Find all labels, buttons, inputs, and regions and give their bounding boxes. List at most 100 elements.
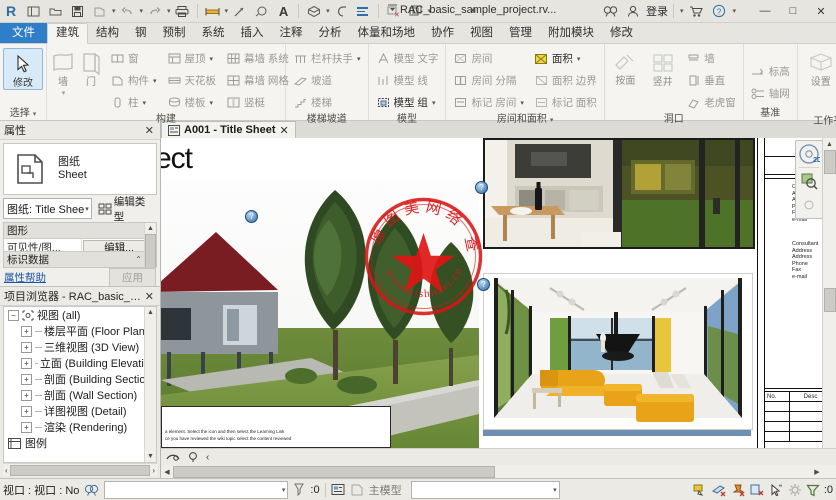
view-bubble-1[interactable]: ? [245,210,258,223]
redo-dropdown-icon[interactable]: ▾ [167,7,171,15]
canvas-scroll-thumb-top[interactable] [824,150,836,174]
press-and-drag-icon[interactable] [293,483,305,496]
design-option-combo[interactable]: ▾ [411,481,560,499]
project-browser-scrollbar[interactable]: ▲ ▼ [144,307,156,462]
status-help-icon[interactable] [84,483,99,497]
canvas-scroll-thumb[interactable] [824,288,836,312]
dormer-opening-button[interactable]: 老虎窗 [682,92,740,113]
close-button[interactable]: ✕ [808,0,834,22]
help-icon[interactable]: ? [708,1,729,22]
sign-in-label[interactable]: 登录 [646,3,668,19]
wall-dropdown-icon[interactable]: ▾ [62,89,66,97]
browser-scroll-down-icon[interactable]: ▼ [147,451,154,462]
chevron-down-icon-design[interactable]: ▾ [553,486,557,494]
tree-node-3d-view[interactable]: + 三维视图 (3D View) [4,339,156,355]
canvas-vertical-scrollbar[interactable]: ▲ ▼ [822,138,836,478]
tab-view[interactable]: 视图 [462,24,501,43]
area-boundary-button[interactable]: 面积 边界 [530,70,601,91]
help-dropdown-icon[interactable]: ▾ [732,7,736,15]
tab-architecture[interactable]: 建筑 [47,23,88,44]
text-icon[interactable]: A [273,1,294,22]
tab-modify[interactable]: 修改 [602,24,641,43]
workplane-set-button[interactable]: 设置 [801,48,836,88]
canvas-hscroll-thumb[interactable] [173,466,495,478]
door-button[interactable]: 门 [78,48,104,88]
measure-dropdown-icon[interactable]: ▾ [225,7,229,15]
canvas-scroll-right-icon[interactable]: ▶ [811,465,823,478]
project-browser-hscrollbar[interactable]: ‹ › [3,463,157,476]
view-dropdown-icon[interactable]: ▾ [326,7,330,15]
sheet-canvas[interactable]: ect [161,138,836,478]
scroll-up-icon[interactable]: ▲ [147,223,154,234]
expand-toggle-icon-3[interactable]: + [21,358,32,369]
navigation-bar[interactable]: 2D [795,140,823,219]
tab-addins[interactable]: 附加模块 [540,24,602,43]
by-face-button[interactable]: 按面 [608,48,643,87]
edit-type-button[interactable]: 编辑类型 [94,198,157,219]
view-bubble-2[interactable]: ? [477,278,490,291]
column-button[interactable]: 柱 ▾ [106,92,161,113]
properties-help-link[interactable]: 属性帮助 [4,270,46,285]
roof-button[interactable]: 屋顶 ▾ [163,48,221,69]
revision-row[interactable] [765,402,829,412]
redo-icon[interactable] [144,1,165,22]
stair-button[interactable]: 楼梯 [289,92,365,113]
unpin-icon[interactable] [750,483,765,497]
expand-toggle-icon-4[interactable]: + [21,374,32,385]
exclude-options-icon[interactable] [693,483,708,497]
tab-steel[interactable]: 钢 [127,24,155,43]
project-browser-close-icon[interactable]: ✕ [143,290,156,303]
worksets-icon[interactable] [331,483,345,496]
hide-isolate-icon[interactable] [166,451,180,463]
chevron-down-icon[interactable]: ▾ [85,205,89,213]
chevron-down-icon-status[interactable]: ▾ [282,486,286,494]
area-dropdown-icon[interactable]: ▾ [577,55,581,63]
component-button[interactable]: 构件 ▾ [106,70,161,91]
tab-massing-site[interactable]: 体量和场地 [350,24,424,43]
title-dropdown-icon[interactable]: ◀ [470,6,475,14]
status-filter-combo[interactable]: ▾ [104,481,288,499]
maximize-button[interactable]: □ [780,0,806,22]
tab-structure[interactable]: 结构 [88,24,127,43]
ramp-button[interactable]: 坡道 [289,70,365,91]
measure-icon[interactable] [202,1,223,22]
wall-opening-button[interactable]: 墙 [682,48,740,69]
living-room-rendering-view[interactable] [483,273,753,430]
model-line-button[interactable]: 模型 线 [372,70,443,91]
wall-button[interactable]: 墙 ▾ [50,48,76,97]
mullion-button[interactable]: 竖梃 [222,92,293,113]
area-button[interactable]: 面积 ▾ [530,48,601,69]
revision-table[interactable]: No. Desc [764,391,830,442]
open-icon[interactable] [45,1,66,22]
settings-icon[interactable] [788,483,802,497]
tree-node-rendering[interactable]: + 渲染 (Rendering) [4,419,156,435]
expand-toggle-icon[interactable]: + [21,326,32,337]
modify-button[interactable]: 修改 [3,48,43,90]
revit-logo-icon[interactable]: R [0,0,22,22]
undo-dropdown-icon[interactable]: ▾ [140,7,144,15]
property-group-graphics[interactable]: 图形 ⌃ [4,223,156,239]
room-separator-button[interactable]: 房间 分隔 [449,70,527,91]
undo-icon[interactable] [117,1,138,22]
revision-row[interactable] [765,422,829,432]
tree-node-building-elevation[interactable]: + 立面 (Building Elevation [4,355,156,371]
canvas-horizontal-scrollbar[interactable]: ◀ ▶ [161,464,836,478]
ceiling-button[interactable]: 天花板 [163,70,221,91]
hscroll-right-icon[interactable]: › [152,466,155,475]
collapse-toggle-icon[interactable]: − [8,310,19,321]
more-icon[interactable]: ▾ [680,7,684,15]
floor-button[interactable]: 楼板 ▾ [163,92,221,113]
canvas-scroll-up-icon[interactable]: ▲ [823,138,836,150]
railing-button[interactable]: 栏杆扶手 ▾ [289,48,365,69]
curtain-grid-button[interactable]: 幕墙 网格 [222,70,293,91]
tag-room-button[interactable]: 标记 房间 ▾ [449,92,527,113]
expand-toggle-icon-2[interactable]: + [21,342,32,353]
tree-node-floor-plan[interactable]: + 楼层平面 (Floor Plan) [4,323,156,339]
tab-precast[interactable]: 预制 [155,24,194,43]
railing-dropdown-icon[interactable]: ▾ [357,55,361,63]
collapse-icon-2[interactable]: ⌃ [135,255,142,264]
tab-insert[interactable]: 插入 [233,24,272,43]
properties-scrollbar[interactable]: ▲ ▼ [144,223,156,267]
panel-dropdown-icon[interactable]: ▾ [33,111,37,118]
tag-area-button[interactable]: 标记 面积 [530,92,601,113]
